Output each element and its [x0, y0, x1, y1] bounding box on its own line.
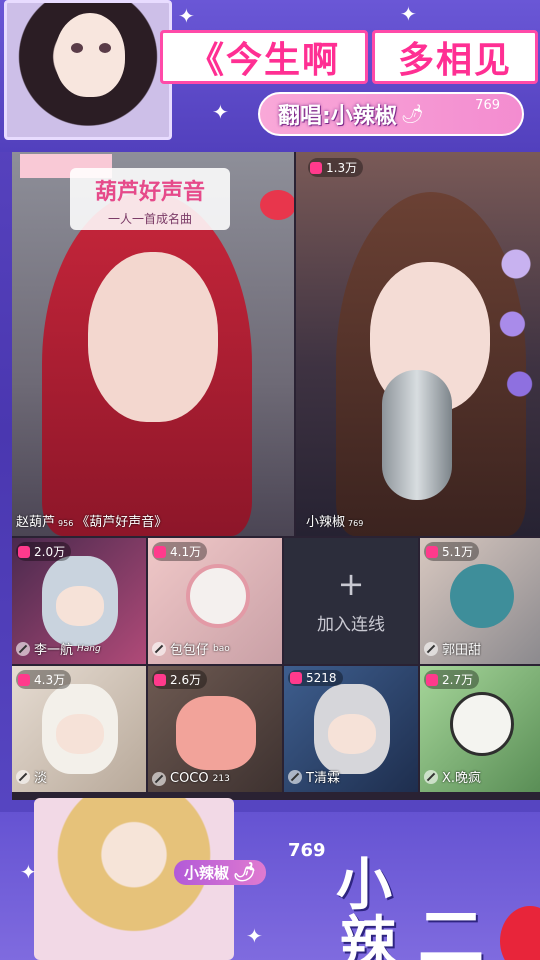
main-left-caption: 赵葫芦 956 《葫芦好声音》	[16, 511, 167, 530]
song-title-part1: 《今生啊	[187, 40, 340, 81]
join-link-label: 加入连线	[317, 614, 385, 635]
mic-muted-icon	[152, 771, 166, 786]
streamer-level: 769	[348, 519, 364, 528]
mic-muted-icon	[16, 641, 30, 656]
guest-name: COCO 213	[152, 771, 230, 786]
guest-tile-7[interactable]: 5218 T清霖	[284, 666, 418, 792]
guest-tile-4[interactable]: 5.1万 郭田甜	[420, 538, 540, 664]
streamer-tag: 《葫芦好声音》	[76, 515, 168, 530]
mic-muted-icon	[152, 641, 166, 656]
cover-singer-pill: 翻唱:小辣椒 🌶 769	[258, 92, 524, 136]
header-banner: ✦ ✦ ✦ 《今生啊 多相见 翻唱:小辣椒 🌶 769	[0, 0, 540, 152]
guest-name: X.晚疯	[424, 767, 481, 786]
streamer-name: 赵葫芦	[16, 515, 56, 530]
song-title-box-2: 多相见	[372, 30, 538, 84]
show-title: 葫芦好声音	[94, 180, 205, 205]
song-title-part2: 多相见	[397, 40, 512, 81]
sparkle-icon: ✦	[178, 4, 195, 28]
heat-icon	[310, 161, 322, 174]
popularity-badge: 5.1万	[424, 542, 480, 561]
cover-singer-label: 翻唱:小辣椒	[278, 104, 397, 129]
popularity-badge: 4.1万	[152, 542, 208, 561]
singer-avatar-illustration	[4, 0, 172, 140]
mic-muted-icon	[424, 641, 438, 656]
guest-name: 郭田甜	[424, 639, 481, 658]
popularity-badge: 2.0万	[16, 542, 72, 561]
streamer-level: 956	[58, 519, 74, 528]
guest-tile-2[interactable]: 4.1万 包包仔 bao	[148, 538, 282, 664]
calligraphy-char-2: 辣	[340, 910, 396, 960]
guest-name: 包包仔 bao	[152, 639, 230, 658]
main-stream-left[interactable]: 葫芦好声音 一人一首成名曲 赵葫芦 956 《葫芦好声音》	[12, 152, 294, 536]
cover-singer-count: 769	[475, 98, 500, 113]
sparkle-icon: ✦	[246, 924, 263, 948]
guest-name: 淡	[16, 767, 47, 786]
plus-icon: +	[337, 564, 365, 603]
footer-banner: ✦ ✦ 小辣椒 🌶 769 小 辣 二	[0, 798, 540, 960]
popularity-badge: 2.7万	[424, 670, 480, 689]
main-stream-right[interactable]: 1.3万 小辣椒 769	[296, 152, 540, 536]
chili-icon: 🌶	[233, 862, 256, 883]
show-title-sign: 葫芦好声音 一人一首成名曲	[70, 168, 230, 230]
guest-tile-8[interactable]: 2.7万 X.晚疯	[420, 666, 540, 792]
sparkle-icon: ✦	[20, 860, 37, 884]
sparkle-icon: ✦	[400, 2, 417, 26]
footer-singer-name: 小辣椒 🌶	[174, 860, 266, 885]
show-subtitle: 一人一首成名曲	[107, 212, 192, 226]
sparkle-icon: ✦	[212, 100, 229, 124]
song-title-box-1: 《今生啊	[160, 30, 368, 84]
red-mascot-icon	[500, 906, 540, 960]
join-link-tile[interactable]: + 加入连线	[284, 538, 418, 664]
guest-tile-5[interactable]: 4.3万 淡	[12, 666, 146, 792]
gourd-icon	[260, 190, 294, 220]
popularity-badge: 2.6万	[152, 670, 208, 689]
microphone-icon	[382, 370, 452, 500]
mic-muted-icon	[288, 769, 302, 784]
guest-name: T清霖	[288, 767, 340, 786]
footer-count: 769	[288, 840, 326, 861]
guest-tile-6[interactable]: 2.6万 COCO 213	[148, 666, 282, 792]
chili-icon: 🌶	[400, 103, 424, 125]
streamer-name: 小辣椒	[306, 515, 346, 530]
flower-decoration	[498, 244, 534, 444]
calligraphy-char-3: 二	[418, 898, 484, 960]
mic-muted-icon	[424, 769, 438, 784]
streamer-face	[88, 252, 218, 422]
main-right-caption: 小辣椒 769	[306, 511, 366, 530]
popularity-badge: 4.3万	[16, 670, 72, 689]
guest-name: 李一航 Hang	[16, 639, 101, 658]
live-stream-grid: 葫芦好声音 一人一首成名曲 赵葫芦 956 《葫芦好声音》 1.3万 小辣椒 769 …	[12, 152, 540, 800]
guest-tile-1[interactable]: 2.0万 李一航 Hang	[12, 538, 146, 664]
popularity-badge: 5218	[288, 670, 343, 686]
popularity-badge: 1.3万	[308, 158, 364, 177]
mic-muted-icon	[16, 769, 30, 784]
